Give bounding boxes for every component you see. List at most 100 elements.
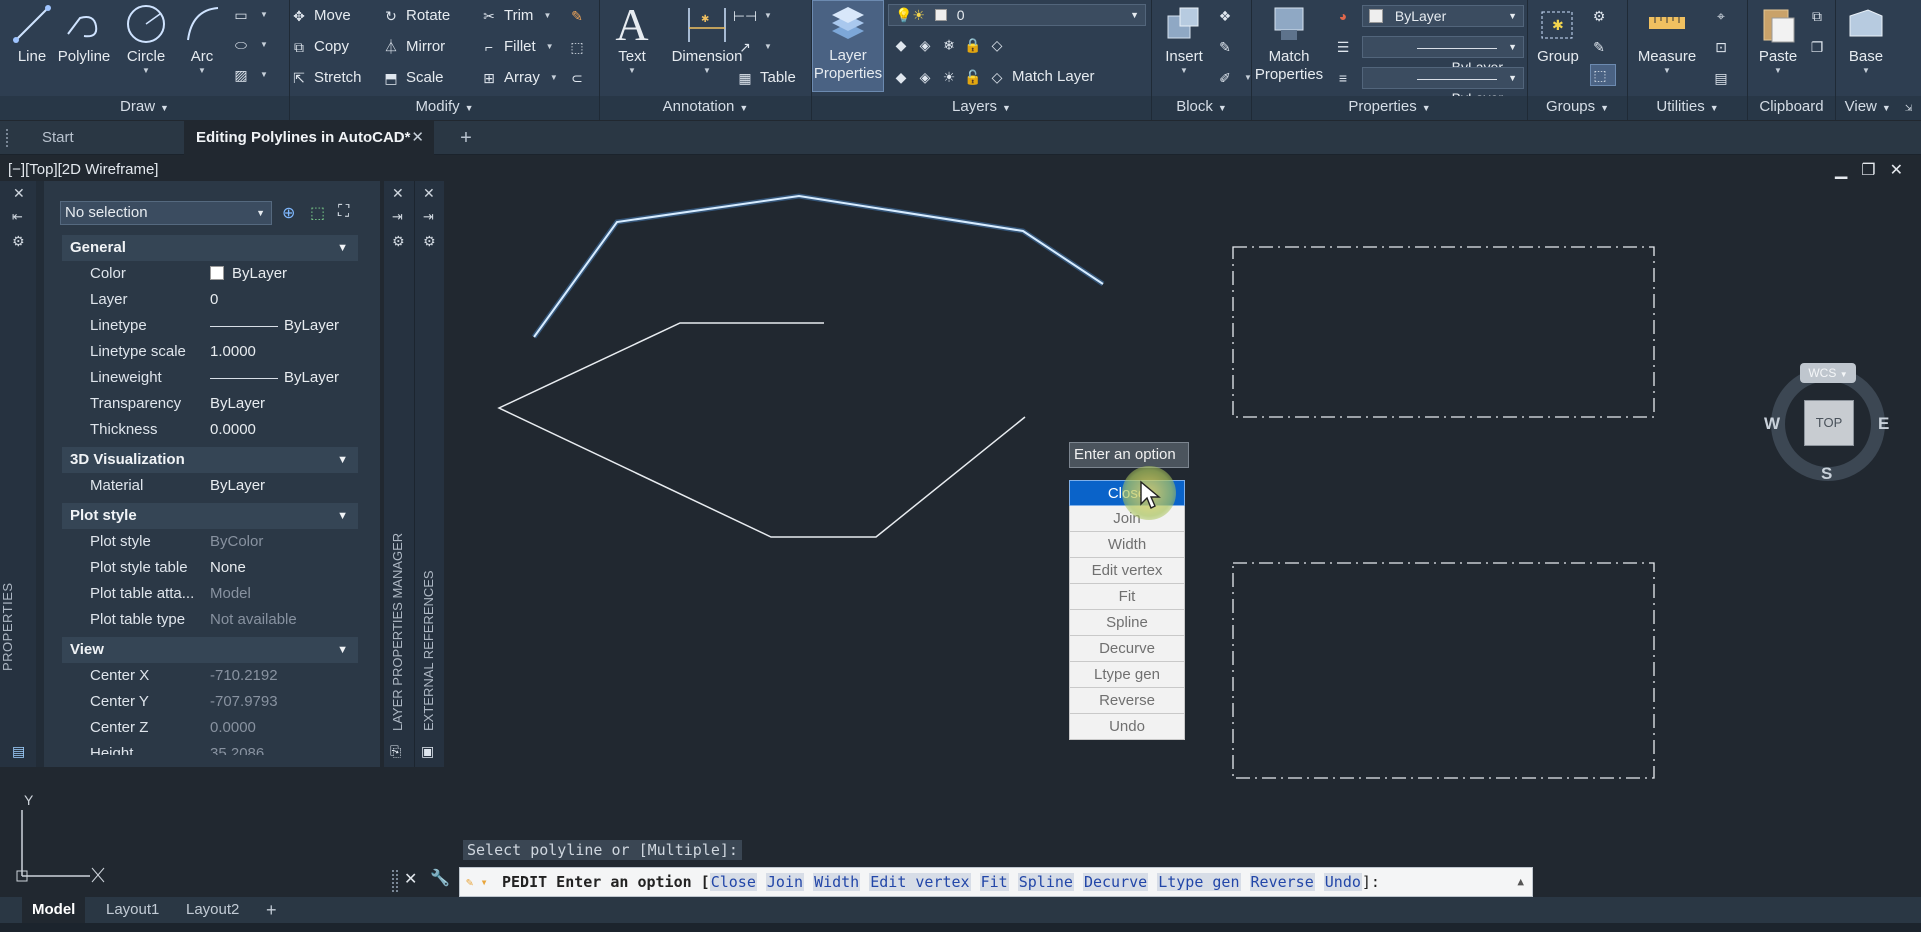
- section-plot-style[interactable]: Plot style ▼: [62, 503, 358, 529]
- layers-panel-title[interactable]: Layers ▼: [812, 98, 1151, 116]
- match-properties-button[interactable]: Match Properties: [1252, 2, 1326, 84]
- palette-settings-icon[interactable]: ⚙: [12, 233, 25, 250]
- tab-model[interactable]: Model: [22, 897, 86, 923]
- wcs-menu[interactable]: WCS ▼: [1800, 363, 1856, 383]
- linetype-dropdown[interactable]: ByLayer▼: [1362, 36, 1524, 75]
- option-edit-vertex[interactable]: Edit vertex: [1069, 558, 1185, 584]
- cmd-option-reverse[interactable]: Reverse: [1249, 873, 1315, 891]
- prop-center-z[interactable]: Center Z 0.0000: [60, 715, 360, 741]
- group-edit-button[interactable]: ✎: [1590, 36, 1608, 58]
- option-spline[interactable]: Spline: [1069, 610, 1185, 636]
- text-button[interactable]: A Text ▼: [602, 0, 662, 76]
- view-panel-title[interactable]: View ▼ ⇲: [1836, 98, 1921, 116]
- prop-material[interactable]: Material ByLayer: [60, 473, 360, 499]
- cmd-option-edit-vertex[interactable]: Edit vertex: [869, 873, 971, 891]
- explode-button[interactable]: ⬚: [568, 36, 586, 58]
- prop-plot-table-type[interactable]: Plot table type Not available: [60, 607, 360, 633]
- layer-dropdown[interactable]: 💡☀ 0 ▼: [888, 4, 1146, 26]
- ungroup-button[interactable]: ⚙: [1590, 5, 1608, 27]
- option-decurve[interactable]: Decurve: [1069, 636, 1185, 662]
- fillet-button[interactable]: ⌐ Fillet ▼: [480, 36, 554, 58]
- match-layer-button[interactable]: ◆ ◈ ☀ 🔓 ◇ Match Layer: [892, 66, 1095, 88]
- viewcube-top-face[interactable]: TOP: [1804, 400, 1854, 446]
- xref-autohide-icon[interactable]: ⇥: [423, 209, 434, 225]
- external-references-tab[interactable]: EXTERNAL REFERENCES: [421, 570, 436, 731]
- command-customize-icon[interactable]: 🔧: [430, 868, 450, 888]
- select-objects-icon[interactable]: ⬚: [310, 203, 325, 223]
- cmd-option-close[interactable]: Close: [709, 873, 757, 891]
- tab-layout1[interactable]: Layout1: [96, 897, 169, 923]
- array-button[interactable]: ⊞ Array ▼: [480, 67, 558, 89]
- offset-button[interactable]: ⊂: [568, 67, 586, 89]
- base-button[interactable]: Base ▼: [1836, 2, 1896, 76]
- id-point-button[interactable]: ⌖: [1712, 5, 1730, 27]
- selected-polyline[interactable]: [531, 193, 1105, 339]
- close-tab-icon[interactable]: ✕: [411, 121, 424, 155]
- palette-autohide-icon[interactable]: ⇤: [12, 209, 23, 225]
- attribute-button[interactable]: ✐ ▼: [1216, 67, 1252, 89]
- section-3d-visualization[interactable]: 3D Visualization ▼: [62, 447, 358, 473]
- stretch-button[interactable]: ⇱ Stretch: [290, 67, 361, 89]
- prop-center-x[interactable]: Center X -710.2192: [60, 663, 360, 689]
- paste-button[interactable]: Paste ▼: [1748, 2, 1808, 76]
- layer-tools-row1[interactable]: ◆ ◈ ❄ 🔒 ◇: [892, 34, 1006, 56]
- layer-properties-manager-tab[interactable]: LAYER PROPERTIES MANAGER: [390, 533, 405, 731]
- cmd-option-undo[interactable]: Undo: [1323, 873, 1362, 891]
- cmd-option-join[interactable]: Join: [765, 873, 805, 891]
- prop-plot-style-table[interactable]: Plot style table None: [60, 555, 360, 581]
- option-undo[interactable]: Undo: [1069, 714, 1185, 740]
- table-button[interactable]: ▦ Table: [736, 67, 795, 89]
- ellipse-button[interactable]: ⬭ ▼: [232, 34, 268, 56]
- layer-manager-close-icon[interactable]: ✕: [392, 185, 404, 202]
- edit-block-button[interactable]: ✎: [1216, 36, 1234, 58]
- erase-button[interactable]: ✎: [568, 5, 586, 27]
- cmd-option-decurve[interactable]: Decurve: [1082, 873, 1149, 891]
- option-reverse[interactable]: Reverse: [1069, 688, 1185, 714]
- prop-plot-table-attached[interactable]: Plot table atta... Model: [60, 581, 360, 607]
- compass-west[interactable]: W: [1764, 414, 1780, 434]
- option-ltype-gen[interactable]: Ltype gen: [1069, 662, 1185, 688]
- dashdot-rectangle-top[interactable]: [1232, 246, 1655, 418]
- prop-color[interactable]: Color ByLayer: [60, 261, 360, 287]
- cmd-option-fit[interactable]: Fit: [979, 873, 1009, 891]
- command-line[interactable]: ✎ ▾ PEDIT Enter an option [Close Join Wi…: [459, 867, 1533, 897]
- block-panel-title[interactable]: Block ▼: [1152, 98, 1251, 116]
- groups-panel-title[interactable]: Groups ▼: [1528, 98, 1627, 116]
- leader-button[interactable]: ↗ ▼: [736, 36, 772, 58]
- toggle-pickadd-icon[interactable]: ⊕: [282, 203, 295, 223]
- modify-panel-title[interactable]: Modify ▼: [290, 98, 599, 116]
- layer-manager-autohide-icon[interactable]: ⇥: [392, 209, 403, 225]
- option-fit[interactable]: Fit: [1069, 584, 1185, 610]
- cmd-option-ltype-gen[interactable]: Ltype gen: [1157, 873, 1241, 891]
- layer-properties-button[interactable]: Layer Properties: [812, 0, 884, 92]
- trim-button[interactable]: ✂ Trim ▼: [480, 5, 551, 27]
- scale-button[interactable]: ⬒ Scale: [382, 67, 443, 89]
- compass-east[interactable]: E: [1878, 414, 1889, 434]
- group-selection-button[interactable]: ⬚: [1590, 64, 1616, 86]
- section-general[interactable]: General ▼: [62, 235, 358, 261]
- rectangle-button[interactable]: ▭ ▼: [232, 4, 268, 26]
- clipboard-panel-title[interactable]: Clipboard: [1748, 98, 1835, 116]
- quick-select-button[interactable]: ⊡: [1712, 36, 1730, 58]
- prop-plot-style[interactable]: Plot style ByColor: [60, 529, 360, 555]
- new-tab-button[interactable]: +: [446, 121, 486, 155]
- insert-button[interactable]: Insert ▼: [1154, 2, 1214, 76]
- open-polyline[interactable]: [497, 322, 1026, 538]
- rotate-button[interactable]: ↻ Rotate: [382, 5, 450, 27]
- prop-center-y[interactable]: Center Y -707.9793: [60, 689, 360, 715]
- layer-manager-icon[interactable]: ⎘: [390, 743, 401, 760]
- arc-button[interactable]: Arc ▼: [172, 2, 232, 76]
- cmd-option-spline[interactable]: Spline: [1017, 873, 1074, 891]
- copy-clip-button[interactable]: ❐: [1808, 36, 1826, 58]
- copy-button[interactable]: ⧉ Copy: [290, 36, 349, 58]
- section-view[interactable]: View ▼: [62, 637, 358, 663]
- group-button[interactable]: ✱ Group: [1528, 2, 1588, 66]
- prop-transparency[interactable]: Transparency ByLayer: [60, 391, 360, 417]
- command-close-icon[interactable]: ✕: [404, 869, 417, 889]
- utilities-panel-title[interactable]: Utilities ▼: [1628, 98, 1747, 116]
- palette-bottom-icon[interactable]: ▤: [12, 743, 25, 760]
- properties-ribbon-panel-title[interactable]: Properties ▼: [1252, 98, 1527, 116]
- lineweight-dropdown[interactable]: ByLayer▼: [1362, 67, 1524, 106]
- linear-dim-button[interactable]: ⊢⊣ ▼: [733, 5, 772, 27]
- palette-close-icon[interactable]: ✕: [13, 185, 25, 202]
